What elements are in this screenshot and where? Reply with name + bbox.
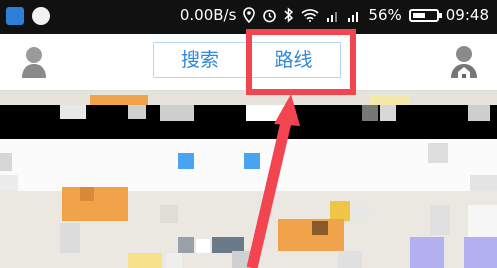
map-tile xyxy=(60,105,86,119)
map-tile xyxy=(166,253,182,268)
map-tile xyxy=(362,105,378,121)
map-tile xyxy=(232,251,250,268)
map-tile xyxy=(196,239,210,253)
map-tile xyxy=(62,187,128,221)
alarm-icon xyxy=(263,9,277,22)
map-tile xyxy=(410,237,444,268)
shield-icon xyxy=(6,7,24,25)
map-tile xyxy=(330,201,350,221)
map-tile xyxy=(428,143,448,163)
status-system-icons: 0.00B/s 56% 09:48 xyxy=(180,6,489,24)
map-tile xyxy=(178,237,194,253)
battery-icon xyxy=(408,8,442,22)
map-tile xyxy=(468,105,490,121)
map-tile xyxy=(278,219,344,251)
home-user-icon[interactable] xyxy=(449,44,479,80)
map-tile xyxy=(338,251,362,268)
tab-search[interactable]: 搜索 xyxy=(153,42,247,78)
map-tile xyxy=(160,105,194,121)
signal-icon xyxy=(348,12,359,22)
map-tile xyxy=(464,237,497,268)
map-tile xyxy=(160,205,178,223)
location-icon xyxy=(243,7,256,23)
highlight-box xyxy=(246,29,356,95)
map-tile xyxy=(352,205,370,219)
network-speed: 0.00B/s xyxy=(179,6,237,24)
status-notification-icons xyxy=(6,7,50,25)
map-tile xyxy=(178,153,194,169)
map-view[interactable] xyxy=(0,91,497,268)
map-tile xyxy=(370,95,410,105)
map-tile xyxy=(430,205,450,235)
bluetooth-icon xyxy=(284,7,294,23)
map-tile xyxy=(128,105,146,119)
map-tile xyxy=(0,153,12,171)
clock: 09:48 xyxy=(445,6,489,24)
map-tile xyxy=(80,187,94,201)
battery-percent: 56% xyxy=(368,6,402,24)
battery-fill xyxy=(412,12,426,18)
map-tile xyxy=(244,153,260,169)
qq-icon xyxy=(32,7,50,25)
map-tile xyxy=(246,105,286,121)
signal-icon xyxy=(327,12,338,22)
map-tile xyxy=(128,253,162,268)
map-tile xyxy=(312,221,328,235)
wifi-icon xyxy=(301,9,319,22)
user-avatar-icon[interactable] xyxy=(20,44,48,80)
map-tile xyxy=(0,175,18,191)
map-tile xyxy=(60,223,80,253)
map-tile xyxy=(470,175,497,191)
map-tile xyxy=(380,105,396,121)
